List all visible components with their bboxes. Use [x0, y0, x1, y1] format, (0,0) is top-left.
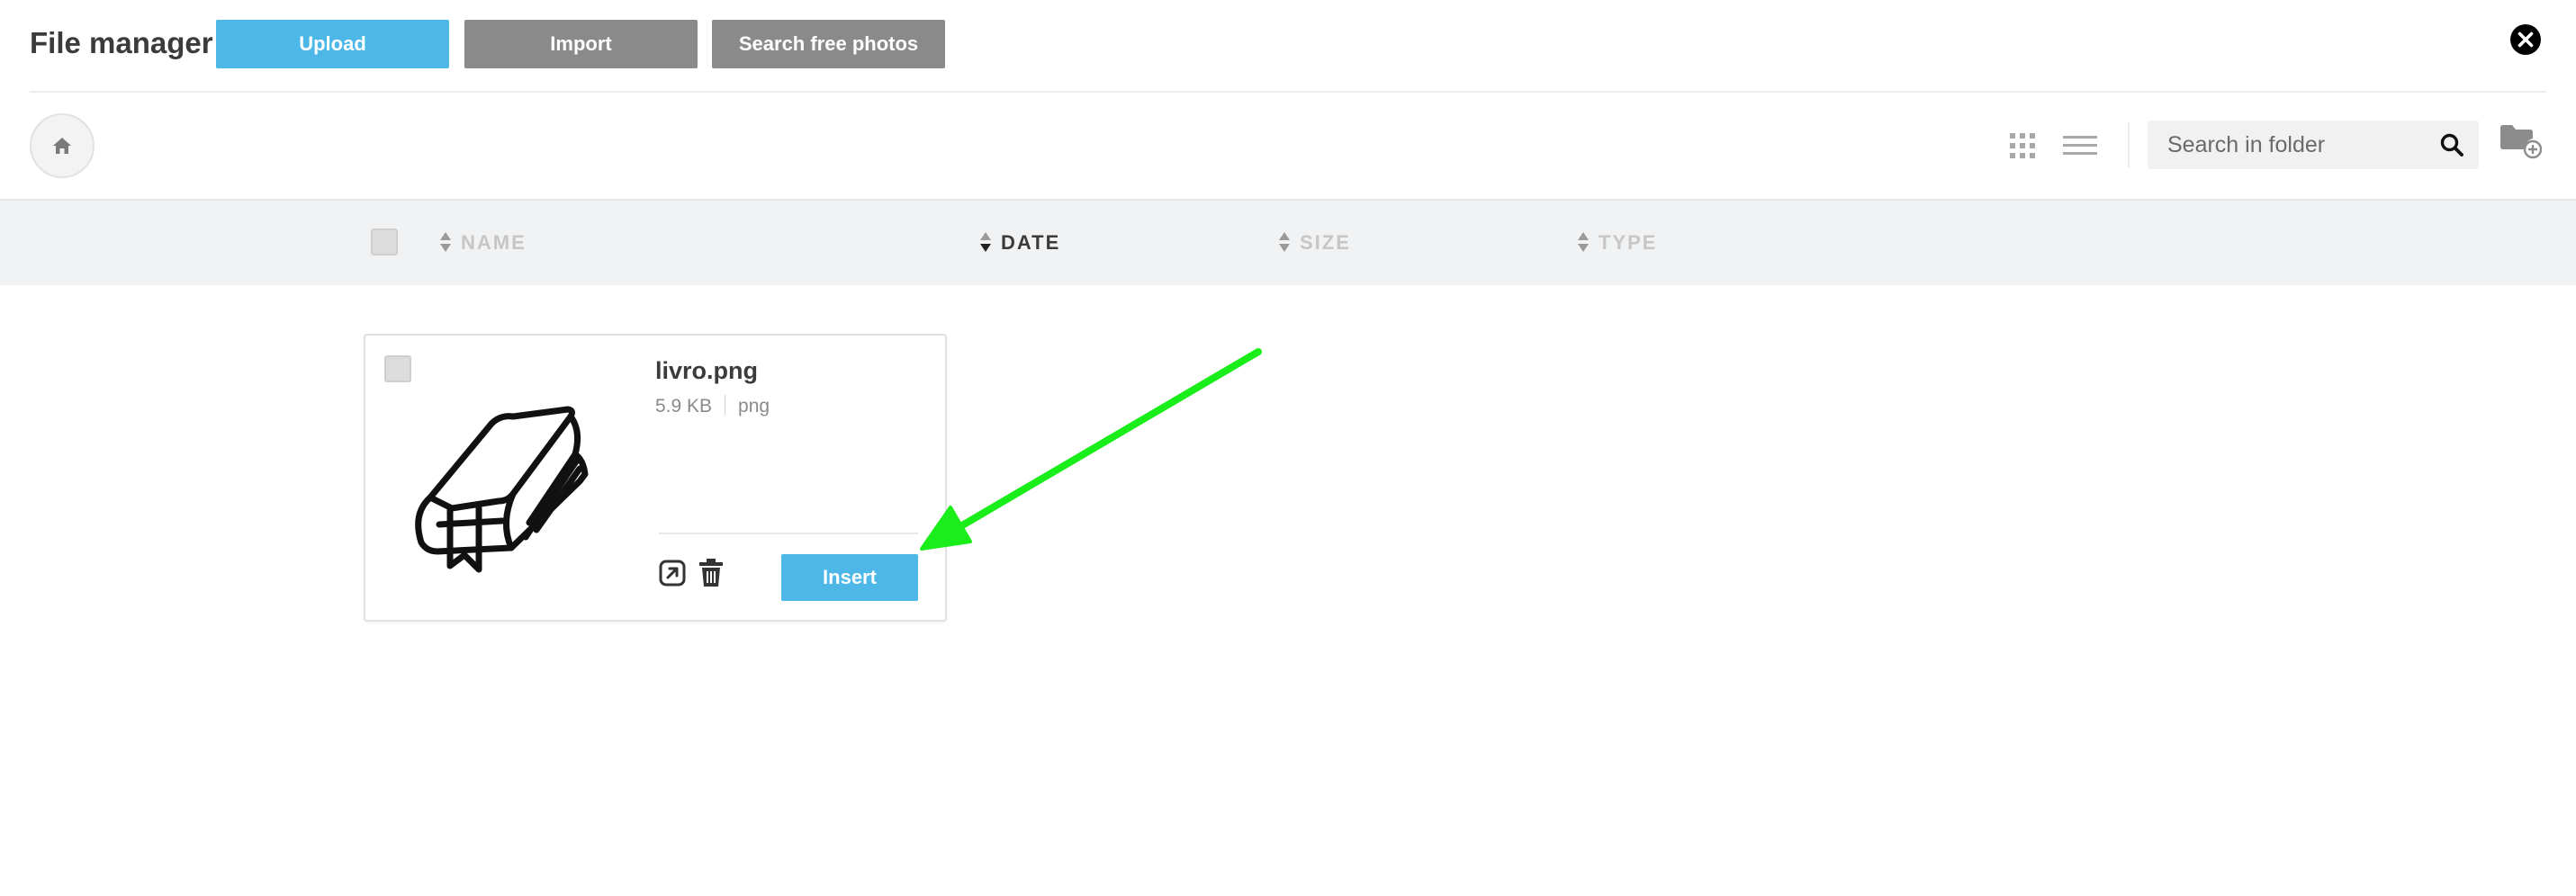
- column-name-label: NAME: [461, 231, 527, 254]
- import-button[interactable]: Import: [464, 20, 698, 68]
- sort-icon: [440, 232, 451, 253]
- folder-search: [2148, 121, 2479, 169]
- column-name[interactable]: NAME: [439, 228, 527, 258]
- page-title: File manager: [30, 26, 213, 59]
- column-type[interactable]: TYPE: [1577, 228, 1657, 258]
- file-type: png: [738, 396, 770, 417]
- column-date-label: DATE: [1001, 231, 1061, 254]
- search-free-photos-button[interactable]: Search free photos: [712, 20, 945, 68]
- column-size-label: SIZE: [1300, 231, 1351, 254]
- card-divider: [659, 533, 918, 534]
- home-button[interactable]: [30, 113, 95, 178]
- file-checkbox[interactable]: [384, 355, 411, 382]
- new-folder-icon[interactable]: [2499, 122, 2543, 160]
- column-size[interactable]: SIZE: [1278, 228, 1351, 258]
- file-thumbnail[interactable]: [403, 388, 610, 586]
- trash-icon[interactable]: [698, 559, 724, 587]
- column-header-bar: NAME DATE SIZE TYPE: [0, 199, 2576, 285]
- home-icon: [53, 138, 71, 154]
- list-view-icon[interactable]: [2063, 132, 2097, 159]
- column-date[interactable]: DATE: [979, 228, 1060, 258]
- toolbar-divider: [2128, 122, 2130, 167]
- open-external-icon[interactable]: [659, 560, 686, 587]
- file-meta: 5.9 KB png: [655, 394, 770, 419]
- sort-icon: [1279, 232, 1290, 253]
- column-type-label: TYPE: [1599, 231, 1658, 254]
- sort-icon: [1578, 232, 1589, 253]
- header-divider: [30, 91, 2546, 93]
- search-icon[interactable]: [2439, 132, 2464, 157]
- upload-button[interactable]: Upload: [216, 20, 449, 68]
- book-icon: [415, 406, 589, 573]
- insert-button[interactable]: Insert: [781, 554, 918, 601]
- file-manager-page: File manager Upload Import Search free p…: [0, 0, 2576, 896]
- file-size: 5.9 KB: [655, 396, 713, 417]
- file-name: livro.png: [655, 357, 758, 384]
- file-card[interactable]: livro.png 5.9 KB png Insert: [364, 334, 947, 622]
- file-manager-header: File manager Upload Import Search free p…: [0, 0, 2576, 91]
- grid-view-icon[interactable]: [2009, 132, 2036, 159]
- select-all-checkbox[interactable]: [371, 228, 398, 255]
- sort-desc-icon: [980, 232, 991, 253]
- search-input[interactable]: [2167, 121, 2428, 169]
- close-icon[interactable]: [2509, 23, 2542, 56]
